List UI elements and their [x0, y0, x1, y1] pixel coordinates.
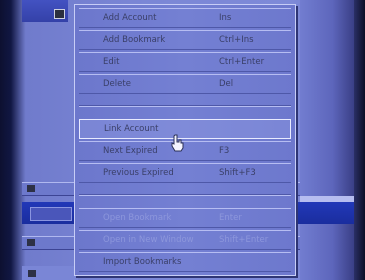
menu-item-label: Delete [103, 79, 131, 89]
menu-item-link-account[interactable]: Link Account [79, 119, 291, 139]
scroll-arrow-icon[interactable] [27, 185, 35, 192]
menu-item-add-bookmark[interactable]: Add Bookmark Ctrl+Ins [79, 30, 291, 50]
menu-item-open-bookmark[interactable]: Open Bookmark Enter [79, 208, 291, 228]
menu-separator [79, 105, 291, 107]
menu-item-label: Link Account [104, 124, 159, 134]
menu-item-edit[interactable]: Edit Ctrl+Enter [79, 52, 291, 72]
menu-item-label: Import Bookmarks [103, 257, 182, 267]
menu-item-shortcut: Ins [219, 13, 232, 23]
menu-item-delete[interactable]: Delete Del [79, 74, 291, 94]
background-row-tab [30, 207, 72, 221]
background-bottom-panel [22, 266, 78, 280]
scroll-arrow-icon[interactable] [27, 239, 35, 246]
menu-item-label: Add Bookmark [103, 35, 166, 45]
window-icon [54, 9, 65, 19]
menu-item-shortcut: Enter [219, 213, 242, 223]
menu-item-shortcut: Del [219, 79, 234, 89]
menu-item-label: Open in New Window [103, 235, 194, 245]
menu-item-next-expired[interactable]: Next Expired F3 [79, 141, 291, 161]
context-menu: Add Account Ins Add Bookmark Ctrl+Ins Ed… [74, 4, 296, 276]
menu-item-shortcut: Shift+Enter [219, 235, 269, 245]
menu-item-import-bookmarks[interactable]: Import Bookmarks [79, 252, 291, 272]
background-right-pane [300, 0, 354, 280]
menu-item-shortcut: Shift+F3 [219, 168, 256, 178]
menu-item-label: Next Expired [103, 146, 158, 156]
menu-item-label: Open Bookmark [103, 213, 172, 223]
menu-item-add-account[interactable]: Add Account Ins [79, 8, 291, 28]
menu-item-shortcut: Ctrl+Enter [219, 57, 265, 67]
menu-item-label: Add Account [103, 13, 157, 23]
menu-item-shortcut: Ctrl+Ins [219, 35, 254, 45]
menu-item-label: Previous Expired [103, 168, 174, 178]
menu-separator [79, 194, 291, 196]
menu-item-label: Edit [103, 57, 120, 67]
menu-item-shortcut: F3 [219, 146, 230, 156]
app-screen: Add Account Ins Add Bookmark Ctrl+Ins Ed… [0, 0, 365, 280]
background-window-titlebar [22, 0, 68, 22]
hand-pointer-icon [171, 134, 184, 152]
menu-item-open-in-new-window[interactable]: Open in New Window Shift+Enter [79, 230, 291, 250]
scroll-arrow-icon[interactable] [28, 270, 36, 277]
menu-item-previous-expired[interactable]: Previous Expired Shift+F3 [79, 163, 291, 183]
